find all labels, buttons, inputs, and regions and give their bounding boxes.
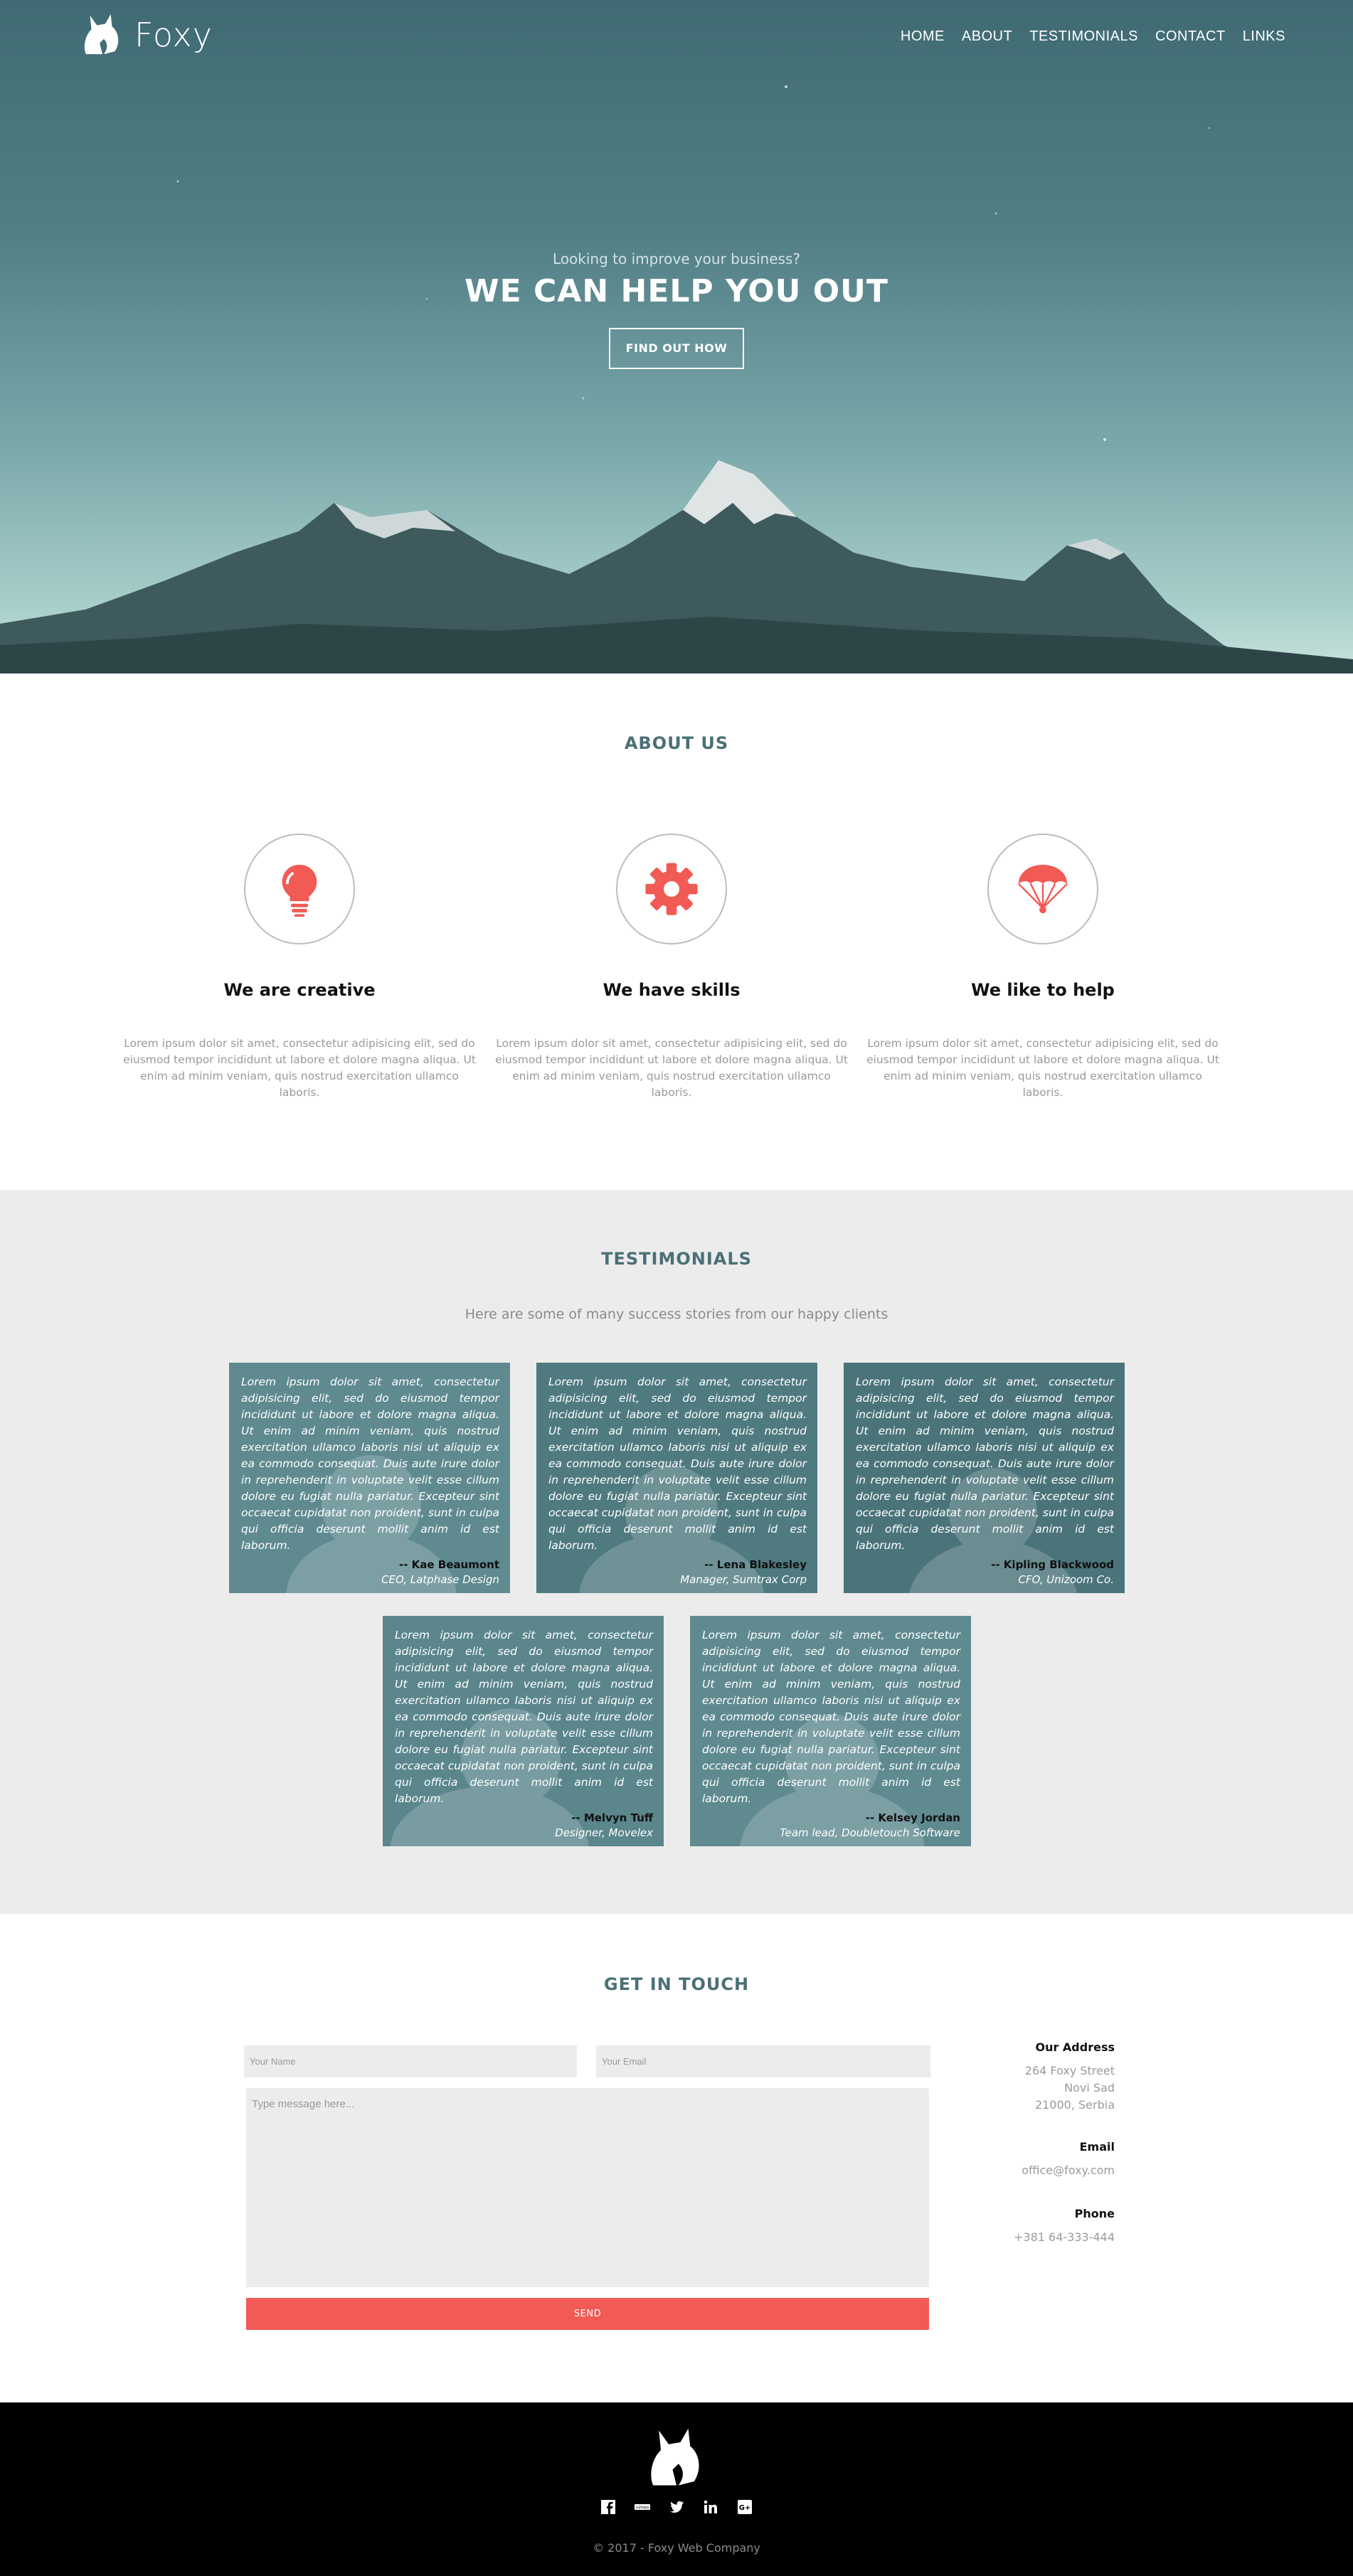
svg-text:vimeo: vimeo	[636, 2506, 649, 2511]
vimeo-icon[interactable]: vimeo	[634, 2498, 651, 2516]
address-line: Novi Sad	[1064, 2081, 1115, 2095]
main-nav: HOME ABOUT TESTIMONIALS CONTACT LINKS	[901, 28, 1285, 45]
copyright-text: © 2017 - Foxy Web Company	[593, 2541, 760, 2555]
about-title: ABOUT US	[624, 733, 729, 753]
nav-contact[interactable]: CONTACT	[1155, 28, 1226, 45]
contact-title: GET IN TOUCH	[603, 1974, 750, 1994]
name-field[interactable]: Your Name	[244, 2045, 577, 2077]
testimonial-card: Lorem ipsum dolor sit amet, consectetur …	[690, 1616, 971, 1846]
testimonial-author: -- Kae Beaumont	[398, 1558, 499, 1571]
feature-icon-circle	[616, 834, 727, 944]
hero-section: Foxy HOME ABOUT TESTIMONIALS CONTACT LIN…	[0, 0, 1353, 674]
footer: vimeo G+ © 2017 - Foxy Web Company	[0, 2402, 1353, 2576]
testimonial-card: Lorem ipsum dolor sit amet, consectetur …	[229, 1363, 510, 1593]
address-lines: 264 Foxy Street Novi Sad 21000, Serbia	[1025, 2063, 1115, 2114]
testimonial-author: -- Kipling Blackwood	[991, 1558, 1114, 1571]
feature-title: We are creative	[223, 980, 376, 1000]
contact-section: GET IN TOUCH Your Name Your Email Type m…	[0, 1914, 1353, 2402]
brand-name: Foxy	[134, 16, 213, 54]
testimonial-role: Team lead, Doubletouch Software	[780, 1826, 960, 1839]
address-line: 264 Foxy Street	[1024, 2064, 1115, 2077]
find-out-how-button[interactable]: FIND OUT HOW	[609, 328, 744, 369]
testimonial-role: CEO, Latphase Design	[381, 1573, 499, 1586]
testimonials-intro: Here are some of many success stories fr…	[465, 1306, 888, 1322]
testimonial-quote: Lorem ipsum dolor sit amet, consectetur …	[241, 1375, 499, 1552]
testimonial-quote: Lorem ipsum dolor sit amet, consectetur …	[856, 1375, 1114, 1552]
email-label: Email	[1079, 2140, 1115, 2154]
linkedin-icon[interactable]	[702, 2498, 719, 2516]
message-textarea[interactable]: Type message here...	[246, 2088, 929, 2287]
testimonial-card: Lorem ipsum dolor sit amet, consectetur …	[844, 1363, 1125, 1593]
testimonial-author: -- Lena Blakesley	[704, 1558, 807, 1571]
svg-text:G+: G+	[739, 2504, 751, 2512]
testimonial-quote: Lorem ipsum dolor sit amet, consectetur …	[548, 1375, 807, 1552]
email-block: Email office@foxy.com	[1022, 2140, 1115, 2179]
address-block: Our Address 264 Foxy Street Novi Sad 210…	[1025, 2040, 1115, 2114]
hero-subtitle: Looking to improve your business?	[553, 250, 800, 267]
testimonial-quote: Lorem ipsum dolor sit amet, consectetur …	[702, 1629, 960, 1805]
parachute-icon	[1018, 864, 1068, 914]
testimonial-card: Lorem ipsum dolor sit amet, consectetur …	[536, 1363, 817, 1593]
lightbulb-icon	[282, 864, 317, 917]
feature-creative: We are creative Lorem ipsum dolor sit am…	[122, 834, 477, 1101]
nav-about[interactable]: ABOUT	[962, 28, 1012, 45]
phone-value: +381 64-333-444	[1013, 2230, 1115, 2244]
testimonial-role: Designer, Movelex	[555, 1826, 653, 1839]
testimonial-author: -- Melvyn Tuff	[571, 1811, 653, 1824]
send-button[interactable]: SEND	[246, 2298, 929, 2330]
feature-text: Lorem ipsum dolor sit amet, consectetur …	[495, 1037, 848, 1099]
feature-title: We have skills	[603, 980, 741, 1000]
googleplus-icon[interactable]: G+	[736, 2498, 753, 2516]
feature-icon-circle	[987, 834, 1098, 944]
logo[interactable]: Foxy	[80, 13, 213, 57]
social-links: vimeo G+	[0, 2498, 1353, 2516]
testimonial-card: Lorem ipsum dolor sit amet, consectetur …	[383, 1616, 664, 1846]
facebook-icon[interactable]	[600, 2498, 617, 2516]
twitter-icon[interactable]	[668, 2498, 685, 2516]
email-value[interactable]: office@foxy.com	[1022, 2162, 1115, 2179]
feature-title: We like to help	[971, 980, 1115, 1000]
feature-icon-circle	[244, 834, 355, 944]
about-section: ABOUT US We are creative Lorem ipsum dol…	[0, 674, 1353, 1190]
phone-block: Phone +381 64-333-444	[1014, 2207, 1115, 2246]
fox-logo-icon[interactable]	[645, 2427, 708, 2489]
mountains-illustration	[0, 460, 1353, 674]
email-field[interactable]: Your Email	[596, 2045, 930, 2077]
nav-home[interactable]: HOME	[901, 28, 945, 45]
feature-help: We like to help Lorem ipsum dolor sit am…	[865, 834, 1221, 1101]
testimonial-role: Manager, Sumtrax Corp	[680, 1573, 807, 1586]
hero-title: WE CAN HELP YOU OUT	[465, 273, 888, 309]
address-label: Our Address	[1035, 2040, 1115, 2054]
testimonials-section: TESTIMONIALS Here are some of many succe…	[0, 1190, 1353, 1914]
feature-skills: We have skills Lorem ipsum dolor sit ame…	[494, 834, 849, 1101]
phone-label: Phone	[1074, 2207, 1115, 2220]
feature-text: Lorem ipsum dolor sit amet, consectetur …	[123, 1037, 476, 1099]
testimonial-role: CFO, Unizoom Co.	[1018, 1573, 1114, 1586]
fox-logo-icon	[84, 14, 119, 55]
hero-content: Looking to improve your business? WE CAN…	[0, 250, 1353, 369]
nav-testimonials[interactable]: TESTIMONIALS	[1029, 28, 1138, 45]
testimonials-title: TESTIMONIALS	[601, 1249, 752, 1269]
testimonial-quote: Lorem ipsum dolor sit amet, consectetur …	[395, 1629, 653, 1805]
feature-text: Lorem ipsum dolor sit amet, consectetur …	[866, 1037, 1219, 1099]
testimonial-author: -- Kelsey Jordan	[865, 1811, 960, 1824]
nav-links[interactable]: LINKS	[1243, 28, 1285, 45]
address-line: 21000, Serbia	[1034, 2098, 1115, 2112]
gear-icon	[645, 863, 698, 915]
